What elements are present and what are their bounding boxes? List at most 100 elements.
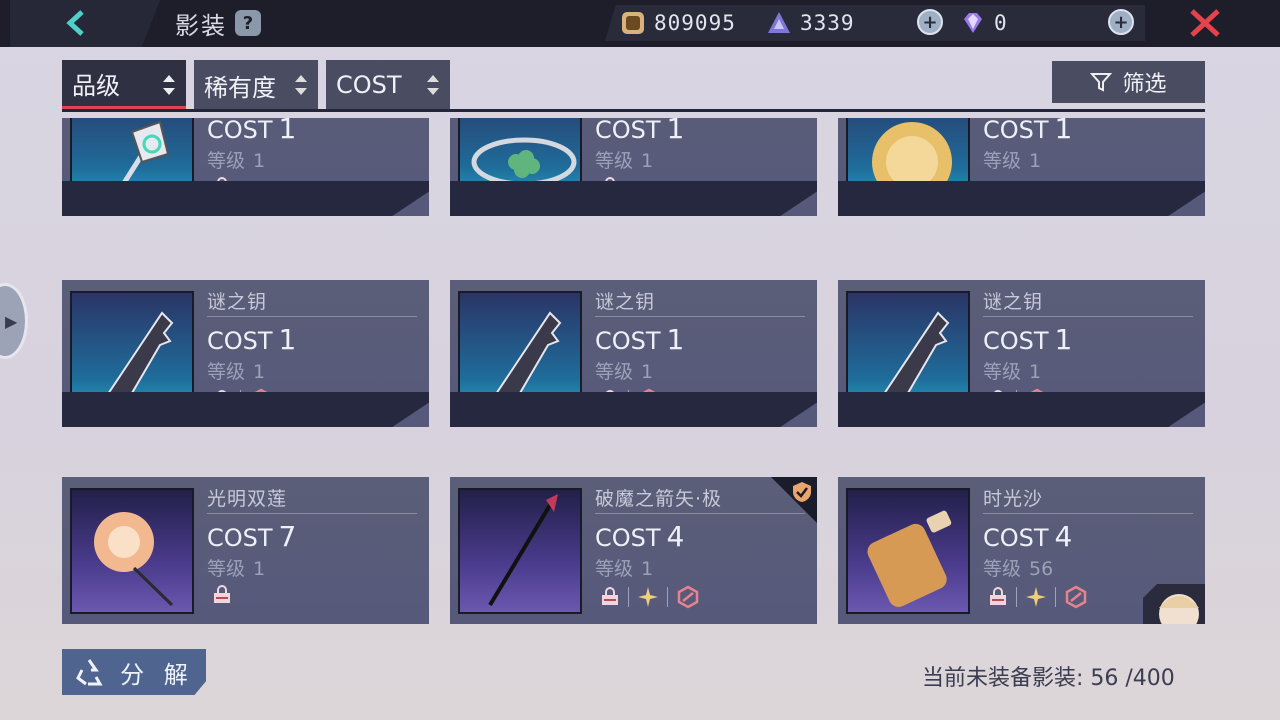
cost-value: 7 xyxy=(278,520,297,553)
level-value: 1 xyxy=(1029,150,1042,172)
recycle-icon xyxy=(76,659,103,686)
add-crystal-button[interactable]: + xyxy=(917,9,943,35)
close-icon[interactable] xyxy=(1186,6,1224,40)
crystal-counter: 3339 xyxy=(766,7,855,39)
item-cost: COST 1 xyxy=(595,118,684,145)
equipment-card[interactable]: COST 1 等级 1 xyxy=(450,118,817,216)
lotus-icon xyxy=(94,512,174,607)
level-value: 1 xyxy=(1029,361,1042,383)
level-value: 1 xyxy=(641,361,654,383)
level-value: 1 xyxy=(253,361,266,383)
add-gem-button[interactable]: + xyxy=(1108,9,1134,35)
icon-separator xyxy=(1055,587,1056,607)
crystal-value: 3339 xyxy=(800,11,855,35)
filter-button[interactable]: 筛选 xyxy=(1052,61,1205,103)
icon-separator xyxy=(667,587,668,607)
item-cost: COST 4 xyxy=(983,520,1073,553)
equipment-card[interactable]: 谜之钥 COST 1 等级 1 xyxy=(62,280,429,427)
item-cost: COST 7 xyxy=(207,520,297,553)
item-level: 等级 1 xyxy=(983,361,1042,383)
gold-value: 809095 xyxy=(654,11,736,35)
item-level: 等级 1 xyxy=(595,361,654,383)
item-name: 谜之钥 xyxy=(595,287,805,317)
character-avatar xyxy=(1143,584,1205,624)
filter-label: 筛选 xyxy=(1122,72,1167,97)
star-icon xyxy=(638,587,658,607)
sort-rarity-tab[interactable]: 稀有度 xyxy=(194,60,318,110)
equipment-card[interactable]: 谜之钥 COST 1 等级 1 xyxy=(838,280,1205,427)
item-thumbnail xyxy=(70,488,194,614)
sort-underline xyxy=(62,109,1205,112)
sort-cost-tab[interactable]: COST xyxy=(326,60,450,110)
item-level: 等级 56 xyxy=(983,558,1054,580)
item-cost: COST 1 xyxy=(983,323,1073,356)
card-footer xyxy=(450,181,817,216)
item-name: 时光沙 xyxy=(983,484,1193,514)
gem-counter: 0 xyxy=(960,7,1008,39)
item-cost: COST 1 xyxy=(207,118,296,145)
card-footer xyxy=(62,181,429,216)
card-footer xyxy=(838,392,1205,427)
item-cost: COST 4 xyxy=(595,520,685,553)
level-value: 1 xyxy=(641,558,654,580)
item-name: 谜之钥 xyxy=(207,287,417,317)
sort-grade-label: 品级 xyxy=(72,71,120,100)
item-thumbnail xyxy=(458,488,582,614)
item-cost: COST 1 xyxy=(983,118,1072,145)
icon-separator xyxy=(628,587,629,607)
crystal-icon xyxy=(768,12,790,33)
equipment-card[interactable]: COST 1 等级 1 xyxy=(838,118,1205,216)
back-arrow-icon xyxy=(66,10,84,36)
chevron-right-icon: ▶ xyxy=(5,312,18,331)
equipment-grid: COST 1 等级 1 COST 1 等级 1 COST 1 等级 1 谜之钥 COST xyxy=(62,118,1205,626)
item-level: 等级 1 xyxy=(983,150,1042,172)
cost-value: 4 xyxy=(666,520,685,553)
sort-updown-icon xyxy=(427,75,439,95)
unequipped-count: 当前未装备影装: 56 /400 xyxy=(922,666,1175,691)
funnel-icon xyxy=(1090,73,1113,92)
decompose-label: 分 解 xyxy=(120,660,194,689)
equipment-card[interactable]: 破魔之箭矢·极 COST 4 等级 1 xyxy=(450,477,817,624)
item-thumbnail xyxy=(846,488,970,614)
back-button[interactable] xyxy=(10,0,160,47)
star-icon xyxy=(1026,587,1046,607)
gold-counter: 809095 xyxy=(620,7,736,39)
level-value: 1 xyxy=(253,558,266,580)
lock-icon xyxy=(990,587,1006,605)
item-level: 等级 1 xyxy=(207,150,266,172)
page-header: 影装 ? xyxy=(175,6,261,40)
item-cost: COST 1 xyxy=(207,323,297,356)
cost-value: 1 xyxy=(1054,323,1073,356)
card-footer xyxy=(450,392,817,427)
equipment-card[interactable]: 光明双莲 COST 7 等级 1 xyxy=(62,477,429,624)
item-name: 破魔之箭矢·极 xyxy=(595,484,805,514)
item-status-icons xyxy=(988,585,1088,609)
equipment-card[interactable]: COST 1 等级 1 xyxy=(62,118,429,216)
item-status-icons xyxy=(212,585,232,605)
decompose-button[interactable]: 分 解 xyxy=(62,649,206,695)
sort-grade-tab[interactable]: 品级 xyxy=(62,60,186,110)
lock-icon xyxy=(602,587,618,605)
cost-value: 1 xyxy=(666,118,685,145)
level-value: 56 xyxy=(1029,558,1054,580)
equipment-card[interactable]: 时光沙 COST 4 等级 56 xyxy=(838,477,1205,624)
level-value: 1 xyxy=(641,150,654,172)
top-bar: 影装 ? 809095 3339 + 0 + xyxy=(0,0,1280,47)
arrow-icon xyxy=(488,494,558,607)
diamond-icon xyxy=(964,13,982,33)
cost-value: 1 xyxy=(278,118,297,145)
card-footer xyxy=(62,392,429,427)
help-icon[interactable]: ? xyxy=(235,10,261,36)
sort-updown-icon xyxy=(163,75,175,95)
item-level: 等级 1 xyxy=(207,361,266,383)
sort-bar: 品级 稀有度 COST xyxy=(62,60,450,112)
item-level: 等级 1 xyxy=(595,558,654,580)
sand-bottle-icon xyxy=(867,510,952,607)
side-expand-button[interactable]: ▶ xyxy=(0,283,28,359)
forbid-icon xyxy=(677,585,699,609)
item-cost: COST 1 xyxy=(595,323,685,356)
equipment-card[interactable]: 谜之钥 COST 1 等级 1 xyxy=(450,280,817,427)
lock-icon xyxy=(214,585,230,603)
card-footer xyxy=(838,181,1205,216)
icon-separator xyxy=(1016,587,1017,607)
